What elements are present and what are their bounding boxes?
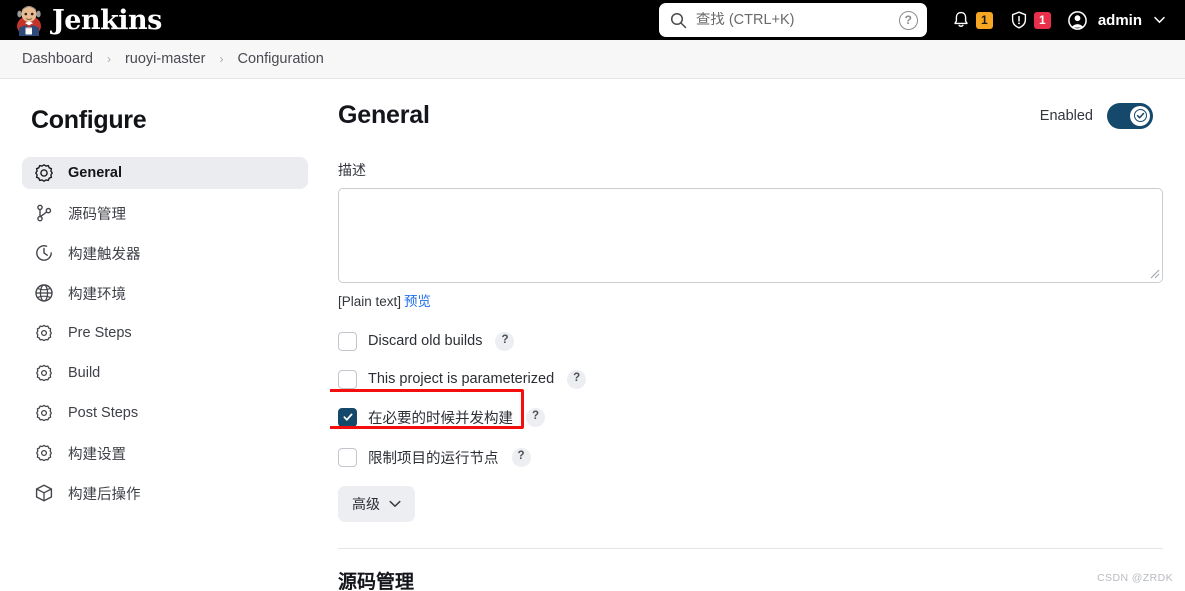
restrict-node-help-icon[interactable]: ? xyxy=(511,447,531,467)
section-header: General Enabled xyxy=(338,101,1163,130)
enabled-label: Enabled xyxy=(1039,107,1093,124)
project-parameterized-checkbox[interactable] xyxy=(338,369,357,389)
advanced-button-label: 高级 xyxy=(352,496,380,512)
security-count-badge: 1 xyxy=(1033,11,1051,29)
search-icon xyxy=(670,12,687,28)
preview-link[interactable]: 预览 xyxy=(404,294,431,309)
section-title-source-management: 源码管理 xyxy=(338,572,415,590)
globe-icon xyxy=(35,284,53,302)
watermark: CSDN @ZRDK xyxy=(1097,572,1173,584)
checkbox-label[interactable]: Discard old builds xyxy=(368,333,482,349)
concurrent-builds-help-icon[interactable]: ? xyxy=(526,407,545,427)
gear-icon xyxy=(35,164,53,182)
user-name-label: admin xyxy=(1097,11,1142,29)
page-body: Configure General 源码管理 构建触发器 构建环境 Pre St… xyxy=(0,79,1185,590)
sidebar-item-build[interactable]: Build xyxy=(22,357,308,389)
search-box[interactable]: ? xyxy=(658,3,927,37)
checkbox-row-discard-old-builds: Discard old builds ? xyxy=(338,328,1163,354)
search-input[interactable] xyxy=(695,12,890,28)
gear-icon xyxy=(36,364,52,382)
brand-name: Jenkins xyxy=(52,4,162,36)
sidebar-item-label: 源码管理 xyxy=(68,206,126,223)
topbar-actions: ? 1 1 admin xyxy=(658,0,1173,40)
sidebar-item-build-settings[interactable]: 构建设置 xyxy=(22,437,308,469)
breadcrumb-item-project[interactable]: ruoyi-master xyxy=(121,49,210,69)
breadcrumb: Dashboard › ruoyi-master › Configuration xyxy=(0,40,1185,79)
sidebar-item-pre-steps[interactable]: Pre Steps xyxy=(22,317,308,349)
plain-text-label: [Plain text] xyxy=(338,294,402,309)
checkbox-label[interactable]: 在必要的时候并发构建 xyxy=(368,407,513,428)
sidebar-item-build-triggers[interactable]: 构建触发器 xyxy=(22,237,308,269)
sidebar-item-label: Build xyxy=(68,365,101,381)
top-navigation-bar: Jenkins ? 1 1 xyxy=(0,0,1185,40)
advanced-button[interactable]: 高级 xyxy=(338,486,415,522)
description-field-wrap xyxy=(338,188,1163,283)
sidebar-item-label: Pre Steps xyxy=(68,325,132,341)
sidebar-item-source-management[interactable]: 源码管理 xyxy=(22,197,308,229)
configure-sidebar: Configure General 源码管理 构建触发器 构建环境 Pre St… xyxy=(0,79,330,590)
checkbox-label[interactable]: 限制项目的运行节点 xyxy=(368,447,499,468)
checkbox-row-concurrent-builds: 在必要的时候并发构建 ? xyxy=(330,389,1163,430)
description-label: 描述 xyxy=(338,162,366,178)
discard-old-builds-help-icon[interactable]: ? xyxy=(495,331,515,351)
section-divider xyxy=(338,548,1163,549)
sidebar-item-label: General xyxy=(68,165,122,181)
sidebar-item-post-steps[interactable]: Post Steps xyxy=(22,397,308,429)
clock-icon xyxy=(36,245,52,261)
user-avatar-icon xyxy=(1067,10,1087,30)
section-title-general: General xyxy=(338,101,430,129)
chevron-down-icon xyxy=(389,500,401,507)
shield-warning-icon xyxy=(1011,11,1026,29)
gear-icon xyxy=(36,444,52,462)
project-parameterized-help-icon[interactable]: ? xyxy=(567,369,587,389)
git-branch-icon xyxy=(37,204,52,222)
jenkins-home-link[interactable]: Jenkins xyxy=(14,4,162,36)
description-format-row: [Plain text] 预览 xyxy=(338,290,1163,310)
notifications-button[interactable]: 1 xyxy=(943,0,1001,40)
checkbox-row-project-parameterized: This project is parameterized ? xyxy=(338,366,1163,392)
breadcrumb-separator: › xyxy=(106,52,111,66)
sidebar-item-label: Post Steps xyxy=(68,405,139,421)
discard-old-builds-checkbox[interactable] xyxy=(338,331,357,351)
concurrent-builds-checkbox[interactable] xyxy=(338,407,357,427)
jenkins-butler-logo xyxy=(17,6,41,36)
sidebar-item-label: 构建后操作 xyxy=(68,486,141,503)
checkbox-group: Discard old builds ? This project is par… xyxy=(330,328,1163,470)
general-config-panel: General Enabled 描述 [Plain text] 预览 Disca… xyxy=(330,79,1185,590)
check-icon xyxy=(1133,109,1147,122)
user-menu-button[interactable]: admin xyxy=(1059,0,1173,40)
breadcrumb-separator: › xyxy=(219,52,224,66)
gear-icon xyxy=(36,404,52,422)
enabled-toggle[interactable] xyxy=(1107,102,1153,129)
security-warnings-button[interactable]: 1 xyxy=(1001,0,1059,40)
enabled-toggle-group: Enabled xyxy=(1039,102,1153,129)
package-box-icon xyxy=(35,484,53,502)
check-icon xyxy=(343,413,352,421)
page-title: Configure xyxy=(31,106,147,134)
sidebar-item-general[interactable]: General xyxy=(22,157,308,189)
search-help-icon[interactable]: ? xyxy=(898,10,918,30)
checkbox-label[interactable]: This project is parameterized xyxy=(368,371,554,387)
toggle-knob xyxy=(1130,105,1150,126)
restrict-node-checkbox[interactable] xyxy=(338,447,357,467)
sidebar-item-post-build-actions[interactable]: 构建后操作 xyxy=(22,477,308,509)
sidebar-item-build-environment[interactable]: 构建环境 xyxy=(22,277,308,309)
sidebar-item-label: 构建触发器 xyxy=(68,246,141,263)
breadcrumb-item-dashboard[interactable]: Dashboard xyxy=(18,49,97,69)
notifications-count-badge: 1 xyxy=(975,11,993,29)
gear-icon xyxy=(36,324,52,342)
description-textarea[interactable] xyxy=(338,188,1163,283)
sidebar-item-label: 构建环境 xyxy=(68,286,126,303)
checkbox-row-restrict-node: 限制项目的运行节点 ? xyxy=(338,444,1163,470)
chevron-down-icon xyxy=(1154,16,1165,24)
sidebar-item-label: 构建设置 xyxy=(68,446,126,463)
bell-icon xyxy=(954,11,968,28)
breadcrumb-item-configuration[interactable]: Configuration xyxy=(234,49,328,69)
